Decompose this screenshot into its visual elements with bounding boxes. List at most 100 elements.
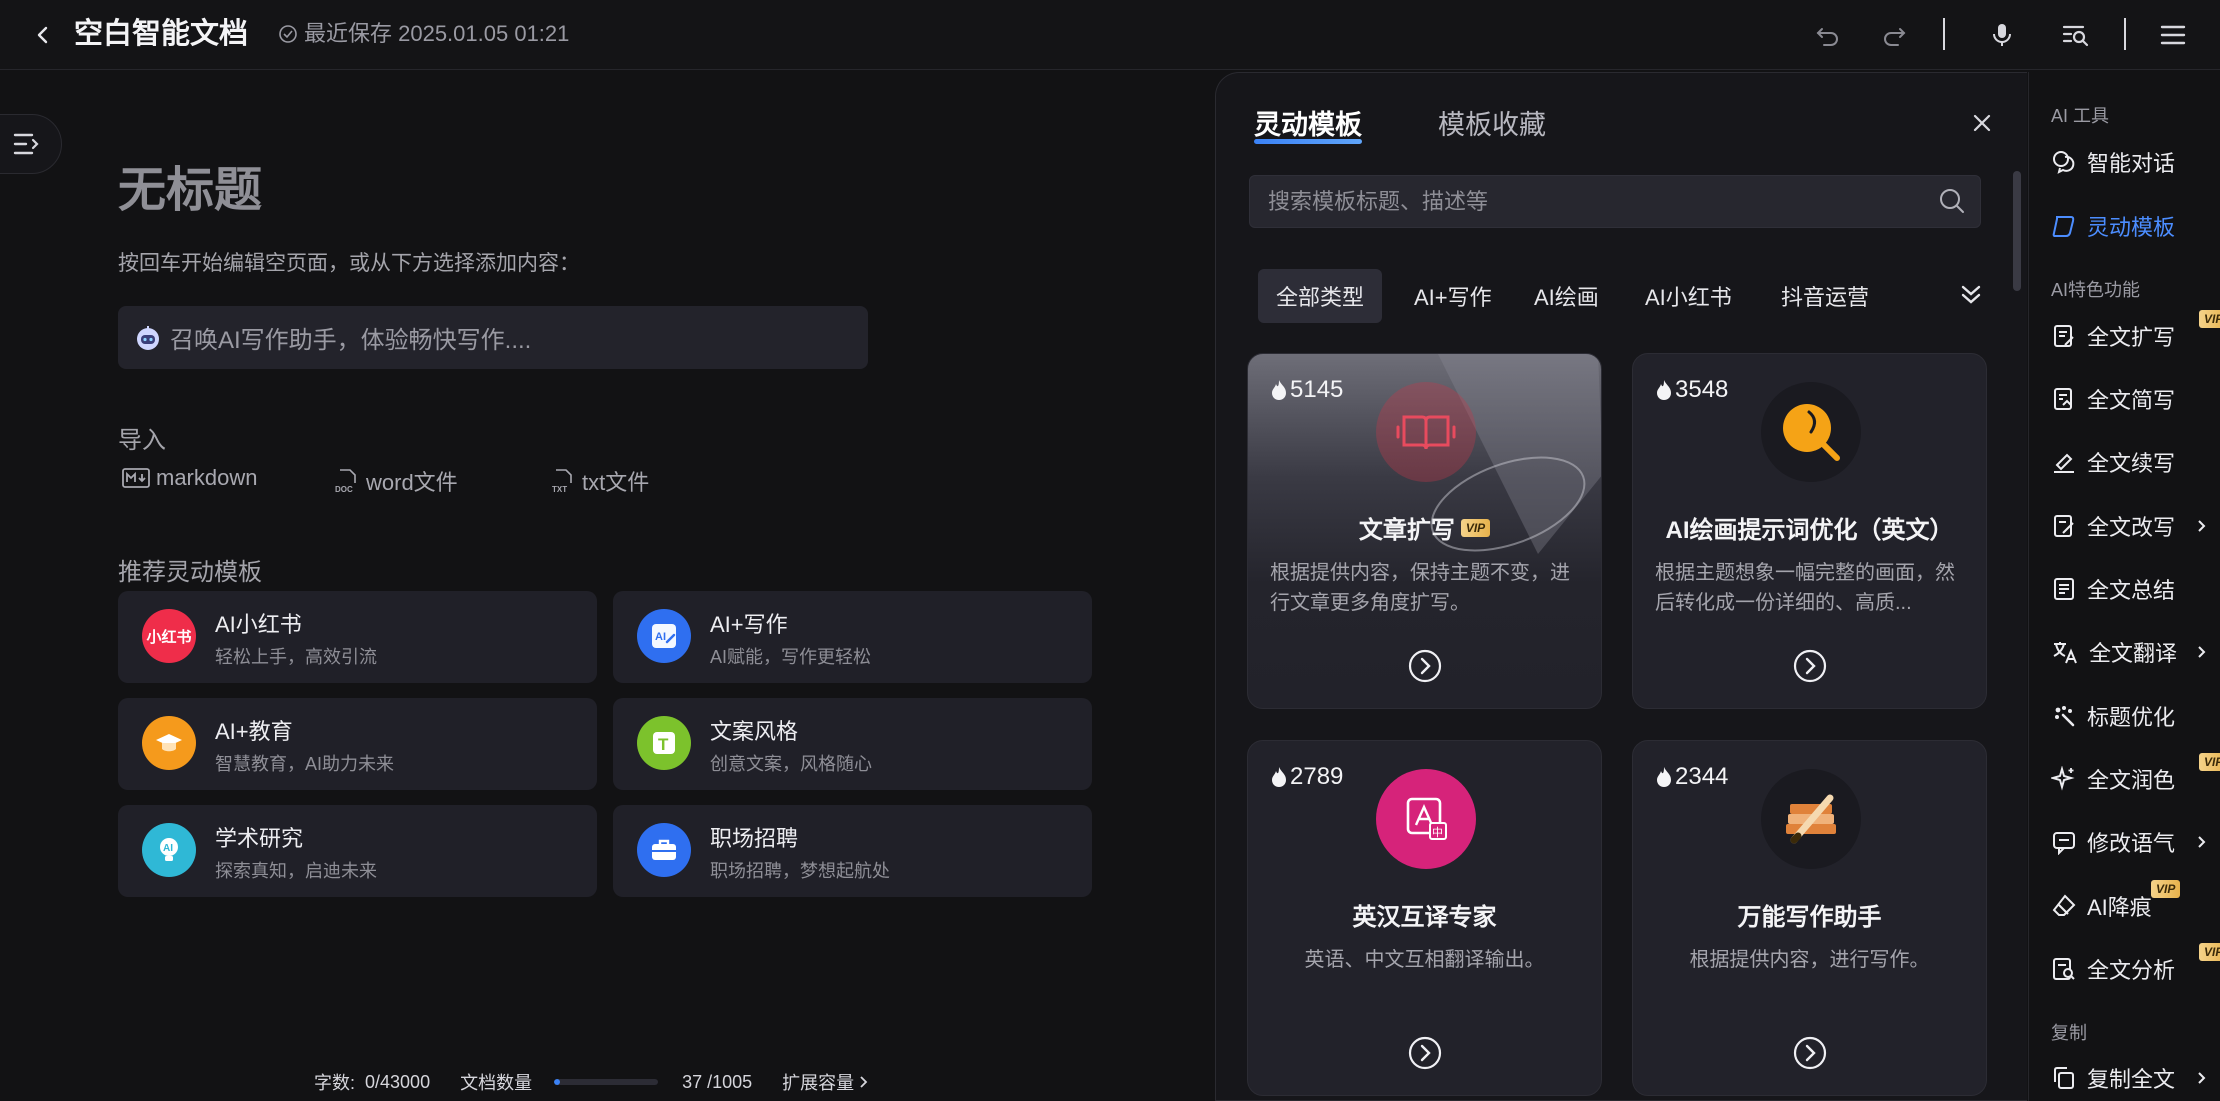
template-card-title-text: 文章扩写 (1358, 517, 1455, 544)
expand-capacity-link[interactable]: 扩展容量 (782, 1069, 868, 1095)
tool-full-rewrite[interactable]: 全文改写 (2051, 506, 2216, 546)
template-card-title: 文章扩写 VIP (1248, 510, 1601, 545)
outline-toggle-button[interactable] (0, 114, 62, 174)
tool-full-analysis[interactable]: 全文分析 VIP (2051, 943, 2220, 989)
microphone-icon (1993, 24, 2011, 46)
go-arrow-circle-icon[interactable] (1792, 648, 1828, 684)
usage-count: 5145 (1270, 376, 1343, 404)
template-search-button[interactable] (1938, 187, 1966, 215)
recommend-card-xiaohongshu[interactable]: 小红书 AI小红书 轻松上手，高效引流 (118, 591, 597, 683)
book-icon (1376, 382, 1476, 482)
recommend-card-recruitment[interactable]: 职场招聘 职场招聘，梦想起航处 (613, 805, 1092, 897)
template-card-description: 英语、中文互相翻译输出。 (1304, 949, 1545, 971)
tool-full-polish[interactable]: 全文润色 VIP (2051, 753, 2220, 799)
message-icon (2053, 832, 2075, 855)
template-card-title: 英汉互译专家 (1352, 904, 1497, 931)
panel-scrollbar[interactable] (2013, 171, 2021, 291)
tool-label: 全文分析 (2087, 958, 2176, 983)
tool-title-optimize[interactable]: 标题优化 (2051, 696, 2216, 736)
tool-full-summary[interactable]: 全文总结 (2051, 569, 2216, 609)
recommend-card-title: AI小红书 (215, 612, 302, 637)
filter-chip-ai-painting[interactable]: AI绘画 (1516, 269, 1617, 323)
search-icon (1940, 189, 1964, 213)
chevron-right-icon (2198, 836, 2206, 848)
eraser-icon (2052, 894, 2076, 916)
filter-chip-ai-writing[interactable]: AI+写作 (1396, 269, 1510, 323)
filter-chip-all[interactable]: 全部类型 (1258, 269, 1383, 323)
tool-label: 灵动模板 (2087, 215, 2176, 240)
tab-template-favorites[interactable]: 模板收藏 (1438, 103, 1546, 142)
redo-button[interactable] (1876, 17, 1912, 53)
recommend-card-ai-writing[interactable]: AI AI+写作 AI赋能，写作更轻松 (613, 591, 1092, 683)
filter-chip-douyin[interactable]: 抖音运营 (1763, 269, 1887, 323)
tool-label: 全文总结 (2087, 578, 2176, 603)
document-title[interactable]: 空白智能文档 (74, 14, 248, 54)
panel-close-button[interactable] (1964, 105, 2000, 141)
filter-expand-button[interactable] (1958, 281, 1984, 307)
hamburger-menu-icon (2160, 25, 2186, 45)
robot-icon (137, 325, 159, 350)
outline-list-icon (13, 133, 39, 155)
tool-full-expand[interactable]: 全文扩写 VIP (2051, 310, 2220, 356)
tool-smart-chat[interactable]: 智能对话 (2051, 142, 2216, 182)
back-button[interactable] (26, 18, 60, 52)
template-card-article-expand[interactable]: 5145 文章扩写 VIP 根据提供内容，保持主题不变，进行文章更多角度扩写。 (1247, 353, 1602, 709)
go-arrow-circle-icon[interactable] (1407, 1035, 1443, 1071)
recommend-card-title: 职场招聘 (710, 826, 799, 851)
voice-input-button[interactable] (1984, 17, 2020, 53)
chevron-right-icon (2198, 520, 2206, 532)
tool-copy-all[interactable]: 复制全文 (2051, 1058, 2216, 1098)
ai-prompt-text: 召唤AI写作助手，体验畅快写作.... (170, 327, 532, 354)
recommend-card-subtitle: AI赋能，写作更轻松 (710, 647, 872, 667)
find-replace-button[interactable] (2058, 17, 2094, 53)
lightbulb-ai-icon: AI (142, 823, 196, 877)
undo-button[interactable] (1810, 17, 1846, 53)
tool-modify-tone[interactable]: 修改语气 (2051, 822, 2216, 862)
filter-chip-ai-xiaohongshu[interactable]: AI小红书 (1627, 269, 1750, 323)
vip-badge: VIP (2199, 753, 2220, 771)
go-arrow-circle-icon[interactable] (1792, 1035, 1828, 1071)
template-card-writing-assistant[interactable]: 2344 万能写作助手 根据提供内容，进行写作。 (1632, 740, 1987, 1096)
import-markdown[interactable]: markdown (122, 465, 257, 491)
go-arrow-circle-icon[interactable] (1407, 648, 1443, 684)
close-icon (1973, 114, 1991, 132)
tool-full-continue[interactable]: 全文续写 (2051, 442, 2216, 482)
redo-icon (1884, 28, 1906, 46)
tool-ai-detrace[interactable]: AI降痕 VIP (2051, 880, 2216, 926)
template-card-translation[interactable]: 2789 中 英汉互译专家 英语、中文互相翻译输出。 (1247, 740, 1602, 1096)
recommend-card-subtitle: 探索真知，启迪未来 (215, 861, 377, 881)
markdown-file-icon (122, 468, 150, 488)
editor-hint: 按回车开始编辑空页面，或从下方选择添加内容： (118, 252, 580, 275)
sparkle-icon (2055, 706, 2075, 727)
chevron-right-icon (2198, 1072, 2206, 1084)
recommend-card-title: 学术研究 (215, 826, 304, 851)
recommend-card-title: 文案风格 (710, 719, 799, 744)
import-txt[interactable]: TXT txt文件 (550, 465, 649, 497)
tools-group-label: 复制 (2051, 1023, 2087, 1043)
tool-dynamic-templates[interactable]: 灵动模板 (2051, 206, 2216, 246)
template-icon (2052, 216, 2075, 237)
page-title[interactable]: 无标题 (118, 150, 262, 220)
vip-badge: VIP (1460, 518, 1491, 537)
menu-button[interactable] (2155, 17, 2191, 53)
usage-count: 2789 (1270, 763, 1343, 791)
svg-text:T: T (658, 735, 669, 754)
tool-label: 全文续写 (2087, 451, 2176, 476)
translate-icon: 中 (1376, 769, 1476, 869)
chevron-right-icon (2198, 646, 2206, 658)
tool-full-translate[interactable]: 全文翻译 (2051, 632, 2216, 672)
tab-dynamic-templates[interactable]: 灵动模板 (1254, 103, 1362, 144)
ai-writing-assistant-prompt[interactable]: 召唤AI写作助手，体验畅快写作.... (118, 306, 868, 369)
template-search-input[interactable] (1249, 175, 1981, 228)
recommend-card-subtitle: 轻松上手，高效引流 (215, 647, 377, 667)
chat-bubble-icon (2053, 151, 2075, 174)
word-count: 0/43000 (365, 1071, 431, 1092)
recommend-card-ai-education[interactable]: AI+教育 智慧教育，AI助力未来 (118, 698, 597, 790)
recommend-card-academic[interactable]: AI 学术研究 探索真知，启迪未来 (118, 805, 597, 897)
recommend-card-copy-style[interactable]: T 文案风格 创意文案，风格随心 (613, 698, 1092, 790)
import-word[interactable]: DOC word文件 (334, 465, 458, 497)
tool-full-simplify[interactable]: 全文简写 (2051, 379, 2216, 419)
template-card-ai-painting-prompt[interactable]: 3548 AI绘画提示词优化（英文） 根据主题想象一幅完整的画面，然后转化成一份… (1632, 353, 1987, 709)
flame-icon (1657, 380, 1671, 400)
import-word-label: word文件 (366, 470, 458, 495)
